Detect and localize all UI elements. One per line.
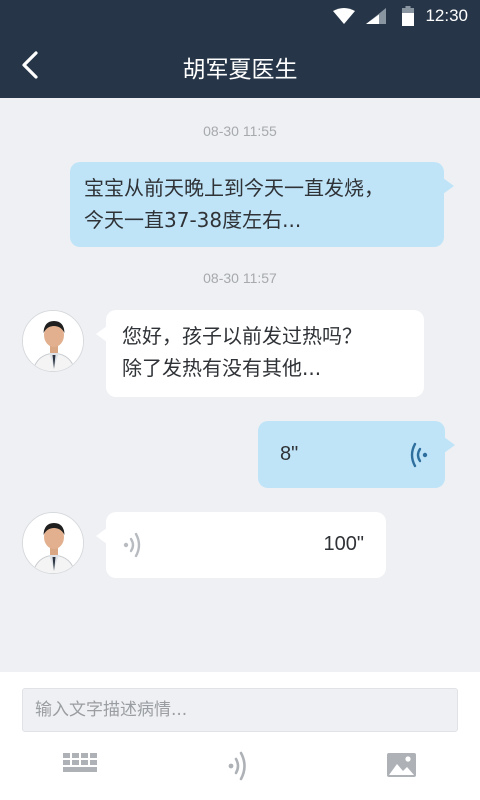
voice-icon bbox=[123, 532, 141, 558]
signal-icon bbox=[366, 8, 386, 24]
message-input-box[interactable] bbox=[22, 688, 458, 732]
nav-bar: 胡军夏医生 bbox=[0, 32, 480, 98]
outgoing-text-message[interactable]: 宝宝从前天晚上到今天一直发烧， 今天一直37-38度左右... bbox=[70, 162, 454, 247]
battery-icon bbox=[402, 6, 414, 26]
keyboard-icon bbox=[63, 753, 97, 772]
image-icon bbox=[387, 753, 416, 777]
message-timestamp: 08-30 11:57 bbox=[203, 270, 277, 286]
message-text-line: 今天一直37-38度左右... bbox=[84, 208, 302, 232]
message-text-line: 除了发热有没有其他... bbox=[122, 356, 322, 380]
input-area bbox=[0, 672, 480, 800]
status-bar: 12:30 bbox=[0, 0, 480, 32]
voice-icon bbox=[228, 751, 246, 781]
status-time: 12:30 bbox=[425, 6, 468, 25]
incoming-text-message[interactable]: 您好，孩子以前发过热吗？ 除了发热有没有其他... bbox=[96, 310, 424, 397]
doctor-avatar-icon bbox=[23, 311, 83, 371]
doctor-avatar[interactable] bbox=[22, 512, 84, 574]
keyboard-button[interactable] bbox=[56, 746, 106, 786]
message-input[interactable] bbox=[23, 689, 457, 731]
voice-button[interactable] bbox=[214, 746, 264, 786]
voice-duration: 8" bbox=[280, 443, 299, 465]
incoming-voice-message[interactable]: 100" bbox=[96, 512, 386, 578]
chat-area[interactable]: 08-30 11:55 宝宝从前天晚上到今天一直发烧， 今天一直37-38度左右… bbox=[0, 98, 480, 672]
image-button[interactable] bbox=[376, 746, 426, 786]
voice-duration: 100" bbox=[323, 533, 364, 555]
page-title: 胡军夏医生 bbox=[182, 57, 298, 83]
voice-playing-icon bbox=[410, 442, 428, 468]
message-timestamp: 08-30 11:55 bbox=[203, 123, 277, 139]
outgoing-voice-message[interactable]: 8" bbox=[258, 421, 455, 488]
message-text-line: 宝宝从前天晚上到今天一直发烧， bbox=[84, 176, 384, 200]
message-text-line: 您好，孩子以前发过热吗？ bbox=[122, 324, 362, 348]
doctor-avatar-icon bbox=[23, 513, 83, 573]
wifi-icon bbox=[333, 8, 355, 24]
doctor-avatar[interactable] bbox=[22, 310, 84, 372]
